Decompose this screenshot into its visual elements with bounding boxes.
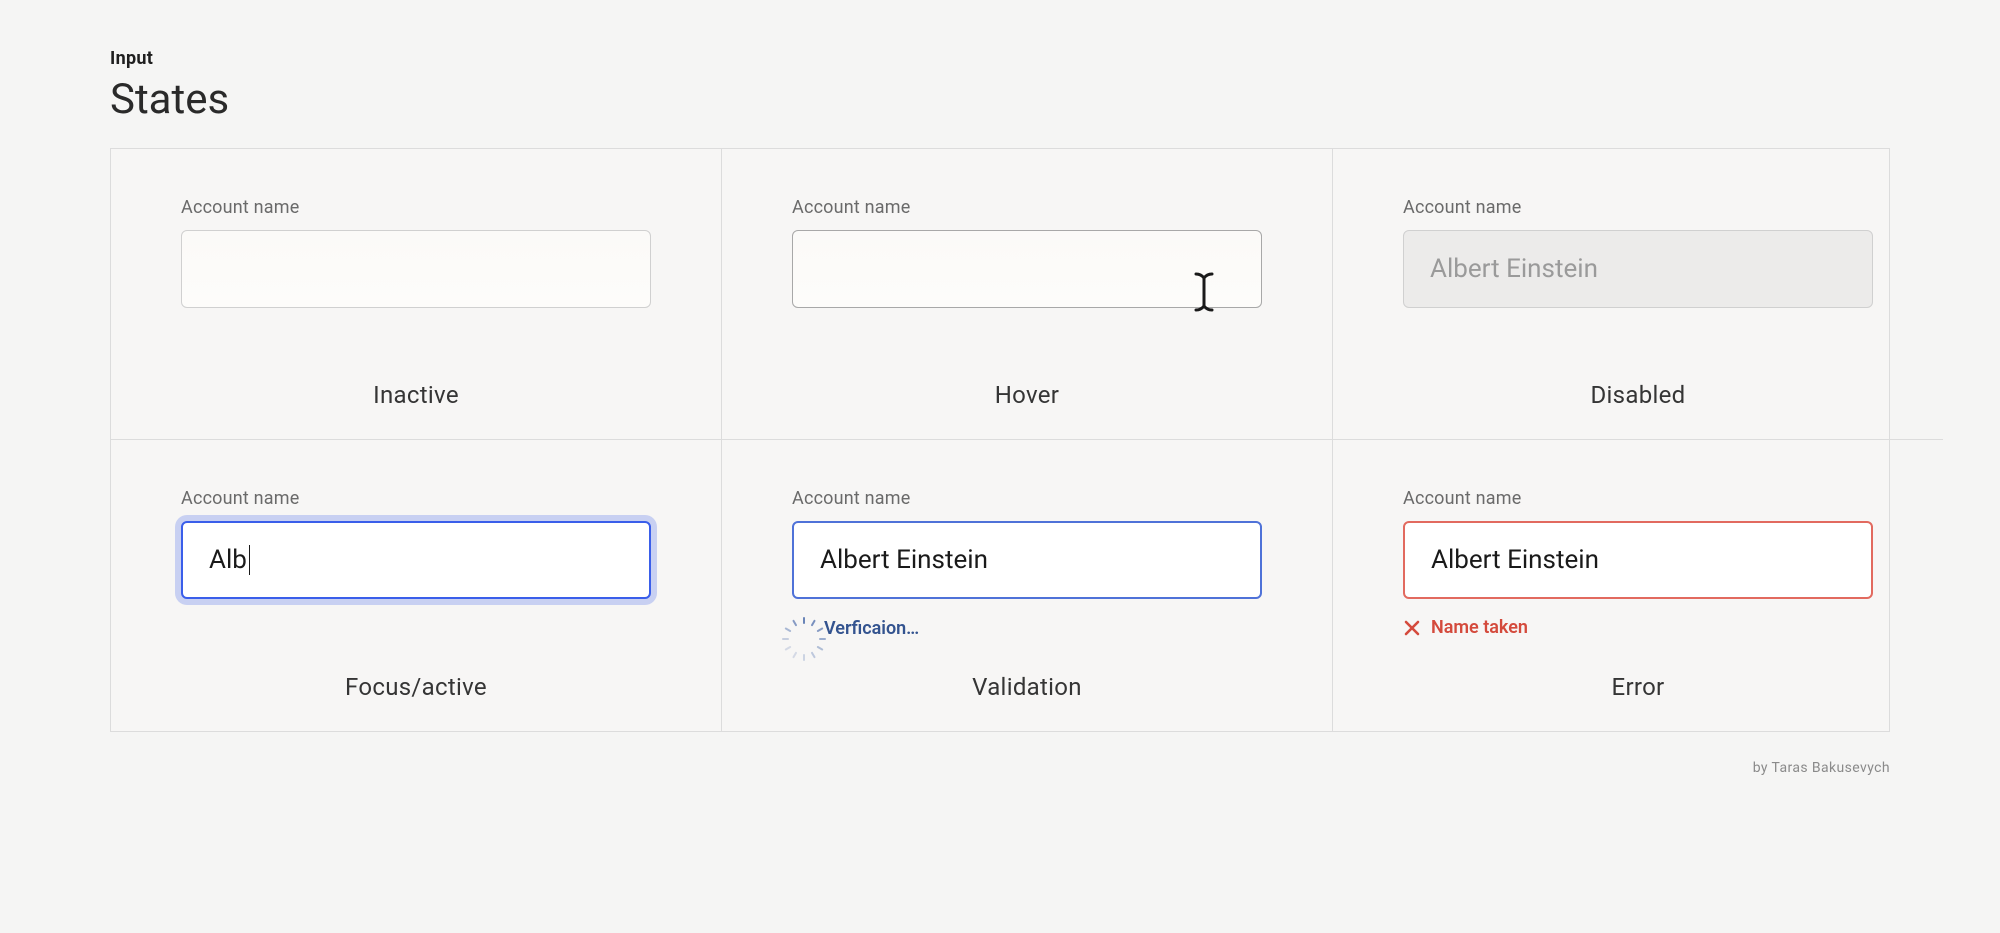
validation-helper: Verficaion… [792,617,1262,639]
input-label: Account name [792,488,1262,509]
section-title: States [110,75,1890,124]
text-caret-icon [249,545,251,575]
state-cell-inactive: Account name Inactive [111,149,722,440]
account-name-input-hover[interactable] [792,230,1262,308]
account-name-input-focus[interactable]: Alb [181,521,651,599]
error-message: Name taken [1431,617,1528,638]
account-name-input-validation[interactable]: Albert Einstein [792,521,1262,599]
account-name-input-disabled: Albert Einstein [1403,230,1873,308]
state-caption: Disabled [1403,347,1873,409]
author-credit: by Taras Bakusevych [0,732,2000,776]
state-caption: Focus/active [181,639,651,701]
account-name-input-error[interactable]: Albert Einstein [1403,521,1873,599]
section-overline: Input [110,48,1890,69]
state-cell-disabled: Account name Albert Einstein Disabled [1333,149,1943,440]
text-cursor-icon [1193,272,1215,319]
state-cell-validation: Account name Albert Einstein [722,440,1333,731]
states-grid: Account name Inactive Account name Hover… [110,148,1890,732]
state-cell-error: Account name Albert Einstein Name taken … [1333,440,1943,731]
spinner-icon [792,617,814,639]
state-caption: Inactive [181,347,651,409]
input-value: Albert Einstein [820,545,988,575]
state-caption: Validation [792,639,1262,701]
state-caption: Hover [792,347,1262,409]
account-name-input-inactive[interactable] [181,230,651,308]
close-icon [1403,619,1421,637]
input-label: Account name [1403,197,1873,218]
error-helper: Name taken [1403,617,1873,638]
state-cell-focus: Account name Alb Focus/active [111,440,722,731]
input-label: Account name [181,197,651,218]
state-caption: Error [1403,639,1873,701]
validation-message: Verficaion… [824,618,919,639]
state-cell-hover: Account name Hover [722,149,1333,440]
input-label: Account name [792,197,1262,218]
input-value: Albert Einstein [1430,254,1598,284]
input-label: Account name [181,488,651,509]
input-label: Account name [1403,488,1873,509]
input-value: Albert Einstein [1431,545,1599,575]
input-value: Alb [209,545,247,575]
